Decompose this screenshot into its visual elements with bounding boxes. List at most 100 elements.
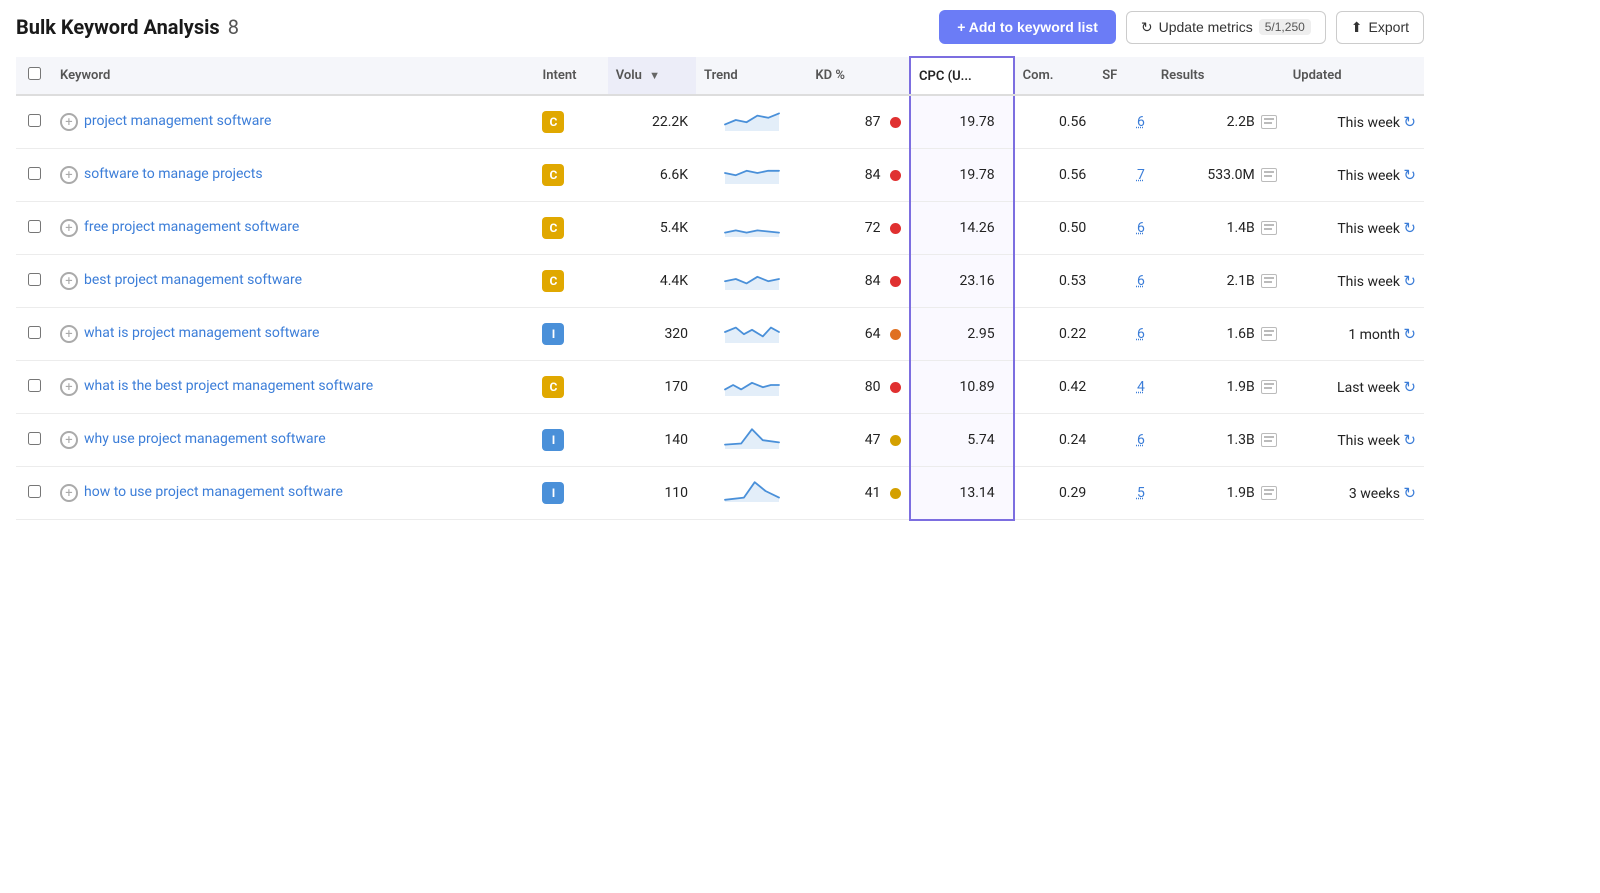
select-all-header[interactable]	[16, 57, 52, 95]
volume-cell: 6.6K	[608, 149, 696, 202]
refresh-icon[interactable]: ↻	[1403, 272, 1416, 290]
sf-link[interactable]: 7	[1137, 167, 1145, 183]
cpc-cell: 2.95	[910, 308, 1014, 361]
keyword-inner: + why use project management software	[60, 431, 526, 449]
updated-cell: This week ↻	[1285, 255, 1424, 308]
row-checkbox[interactable]	[28, 326, 41, 339]
results-inner: 1.6B	[1227, 326, 1277, 342]
serp-icon[interactable]	[1261, 380, 1277, 394]
row-checkbox[interactable]	[28, 167, 41, 180]
intent-cell: I	[534, 414, 607, 467]
row-checkbox[interactable]	[28, 220, 41, 233]
cpc-cell: 14.26	[910, 202, 1014, 255]
keyword-link[interactable]: what is the best project management soft…	[84, 378, 373, 394]
col-volume[interactable]: Volu ▼	[608, 57, 696, 95]
sf-link[interactable]: 6	[1137, 114, 1145, 130]
competition-cell: 0.22	[1014, 308, 1095, 361]
competition-cell: 0.24	[1014, 414, 1095, 467]
updated-cell: Last week ↻	[1285, 361, 1424, 414]
add-keyword-icon[interactable]: +	[60, 219, 78, 237]
export-button[interactable]: ⬆ Export	[1336, 11, 1424, 44]
intent-cell: I	[534, 467, 607, 520]
competition-cell: 0.42	[1014, 361, 1095, 414]
table-row: + free project management software C5.4K…	[16, 202, 1424, 255]
col-intent: Intent	[534, 57, 607, 95]
keyword-link[interactable]: how to use project management software	[84, 484, 343, 500]
sf-link[interactable]: 6	[1137, 432, 1145, 448]
kd-cell: 41	[807, 467, 910, 520]
refresh-icon[interactable]: ↻	[1403, 431, 1416, 449]
serp-icon[interactable]	[1261, 433, 1277, 447]
kd-cell: 84	[807, 149, 910, 202]
serp-icon[interactable]	[1261, 221, 1277, 235]
col-sf: SF	[1094, 57, 1153, 95]
keyword-link[interactable]: why use project management software	[84, 431, 326, 447]
serp-icon[interactable]	[1261, 327, 1277, 341]
intent-cell: C	[534, 255, 607, 308]
table-body: + project management software C22.2K 87 …	[16, 95, 1424, 520]
refresh-icon[interactable]: ↻	[1403, 113, 1416, 131]
refresh-icon[interactable]: ↻	[1403, 219, 1416, 237]
sort-icon: ▼	[649, 69, 660, 82]
serp-icon[interactable]	[1261, 168, 1277, 182]
intent-badge: I	[542, 323, 564, 345]
update-metrics-button[interactable]: ↻ Update metrics 5/1,250	[1126, 11, 1326, 44]
trend-cell	[696, 361, 807, 414]
add-keyword-icon[interactable]: +	[60, 431, 78, 449]
sf-cell: 6	[1094, 308, 1153, 361]
add-keyword-icon[interactable]: +	[60, 166, 78, 184]
keyword-link[interactable]: free project management software	[84, 219, 299, 235]
competition-cell: 0.56	[1014, 149, 1095, 202]
add-to-keyword-list-button[interactable]: + Add to keyword list	[939, 10, 1116, 44]
cpc-cell: 23.16	[910, 255, 1014, 308]
row-checkbox[interactable]	[28, 114, 41, 127]
serp-icon[interactable]	[1261, 274, 1277, 288]
row-checkbox[interactable]	[28, 432, 41, 445]
results-cell: 1.9B	[1153, 467, 1285, 520]
trend-cell	[696, 202, 807, 255]
serp-icon[interactable]	[1261, 115, 1277, 129]
volume-cell: 5.4K	[608, 202, 696, 255]
refresh-icon[interactable]: ↻	[1403, 325, 1416, 343]
sf-link[interactable]: 6	[1137, 326, 1145, 342]
row-checkbox[interactable]	[28, 273, 41, 286]
kd-indicator	[890, 276, 901, 287]
keyword-link[interactable]: what is project management software	[84, 325, 319, 341]
add-keyword-icon[interactable]: +	[60, 378, 78, 396]
competition-cell: 0.56	[1014, 95, 1095, 149]
trend-cell	[696, 467, 807, 520]
refresh-icon[interactable]: ↻	[1403, 378, 1416, 396]
add-keyword-icon[interactable]: +	[60, 113, 78, 131]
sf-link[interactable]: 6	[1137, 273, 1145, 289]
refresh-icon[interactable]: ↻	[1403, 166, 1416, 184]
refresh-icon[interactable]: ↻	[1403, 484, 1416, 502]
keyword-link[interactable]: best project management software	[84, 272, 302, 288]
table-row: + how to use project management software…	[16, 467, 1424, 520]
results-cell: 2.2B	[1153, 95, 1285, 149]
select-all-checkbox[interactable]	[28, 67, 41, 80]
row-checkbox[interactable]	[28, 379, 41, 392]
competition-cell: 0.53	[1014, 255, 1095, 308]
sf-link[interactable]: 6	[1137, 220, 1145, 236]
table-row: + why use project management software I1…	[16, 414, 1424, 467]
header: Bulk Keyword Analysis 8 + Add to keyword…	[16, 10, 1424, 44]
kd-cell: 72	[807, 202, 910, 255]
sf-link[interactable]: 4	[1137, 379, 1145, 395]
keyword-inner: + how to use project management software	[60, 484, 526, 502]
keyword-link[interactable]: project management software	[84, 113, 271, 129]
export-label: Export	[1369, 19, 1409, 35]
refresh-icon: ↻	[1141, 19, 1153, 36]
keyword-link[interactable]: software to manage projects	[84, 166, 263, 182]
add-keyword-icon[interactable]: +	[60, 325, 78, 343]
row-checkbox[interactable]	[28, 485, 41, 498]
trend-cell	[696, 308, 807, 361]
sf-link[interactable]: 5	[1137, 485, 1145, 501]
serp-icon[interactable]	[1261, 486, 1277, 500]
add-keyword-icon[interactable]: +	[60, 484, 78, 502]
updated-cell: This week ↻	[1285, 414, 1424, 467]
sf-cell: 7	[1094, 149, 1153, 202]
add-keyword-icon[interactable]: +	[60, 272, 78, 290]
keyword-cell: + how to use project management software	[52, 467, 534, 520]
kd-indicator	[890, 223, 901, 234]
results-inner: 2.1B	[1227, 273, 1277, 289]
